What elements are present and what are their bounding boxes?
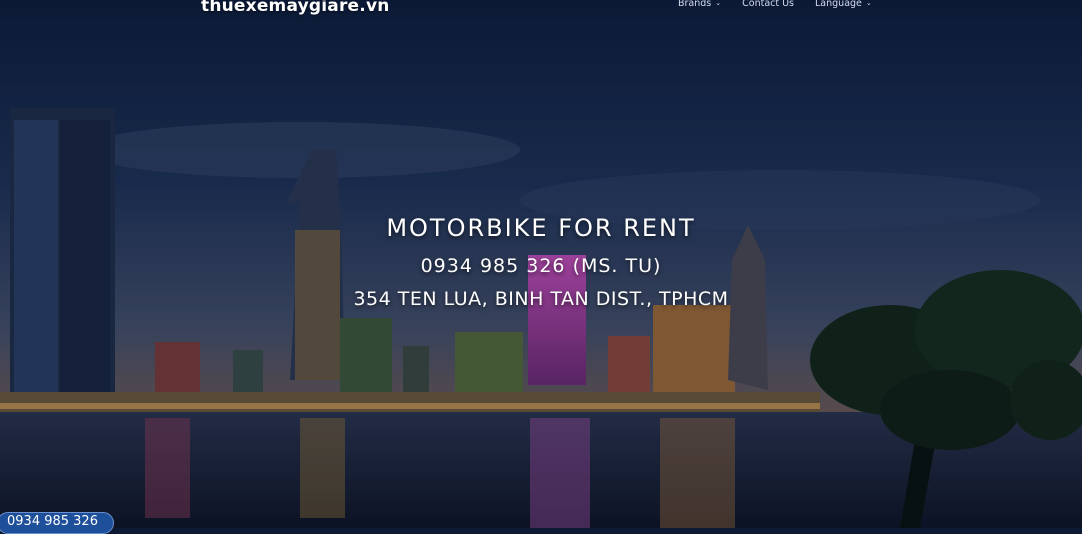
hero-address: 354 TEN LUA, BINH TAN DIST., TPHCM — [353, 288, 729, 310]
chevron-down-icon: ⌄ — [715, 0, 722, 7]
hero-title: MOTORBIKE FOR RENT — [386, 214, 696, 242]
nav-item-language[interactable]: Language ⌄ — [815, 0, 872, 9]
chevron-down-icon: ⌄ — [865, 0, 872, 7]
site-header: thuexemaygiare.vn Brands ⌄ Contact Us La… — [0, 0, 1082, 18]
floating-phone-button[interactable]: 0934 985 326 — [0, 512, 114, 534]
phone-badge-label: 0934 985 326 — [7, 514, 98, 529]
nav-item-label: Contact Us — [742, 0, 795, 9]
nav-item-contact-us[interactable]: Contact Us — [742, 0, 794, 9]
nav-item-label: Brands — [678, 0, 712, 9]
main-nav: Brands ⌄ Contact Us Language ⌄ — [678, 0, 872, 9]
nav-item-brands[interactable]: Brands ⌄ — [678, 0, 721, 9]
nav-item-label: Language — [815, 0, 862, 9]
hero-phone: 0934 985 326 (MS. TU) — [420, 255, 662, 277]
site-logo[interactable]: thuexemaygiare.vn — [201, 0, 390, 16]
